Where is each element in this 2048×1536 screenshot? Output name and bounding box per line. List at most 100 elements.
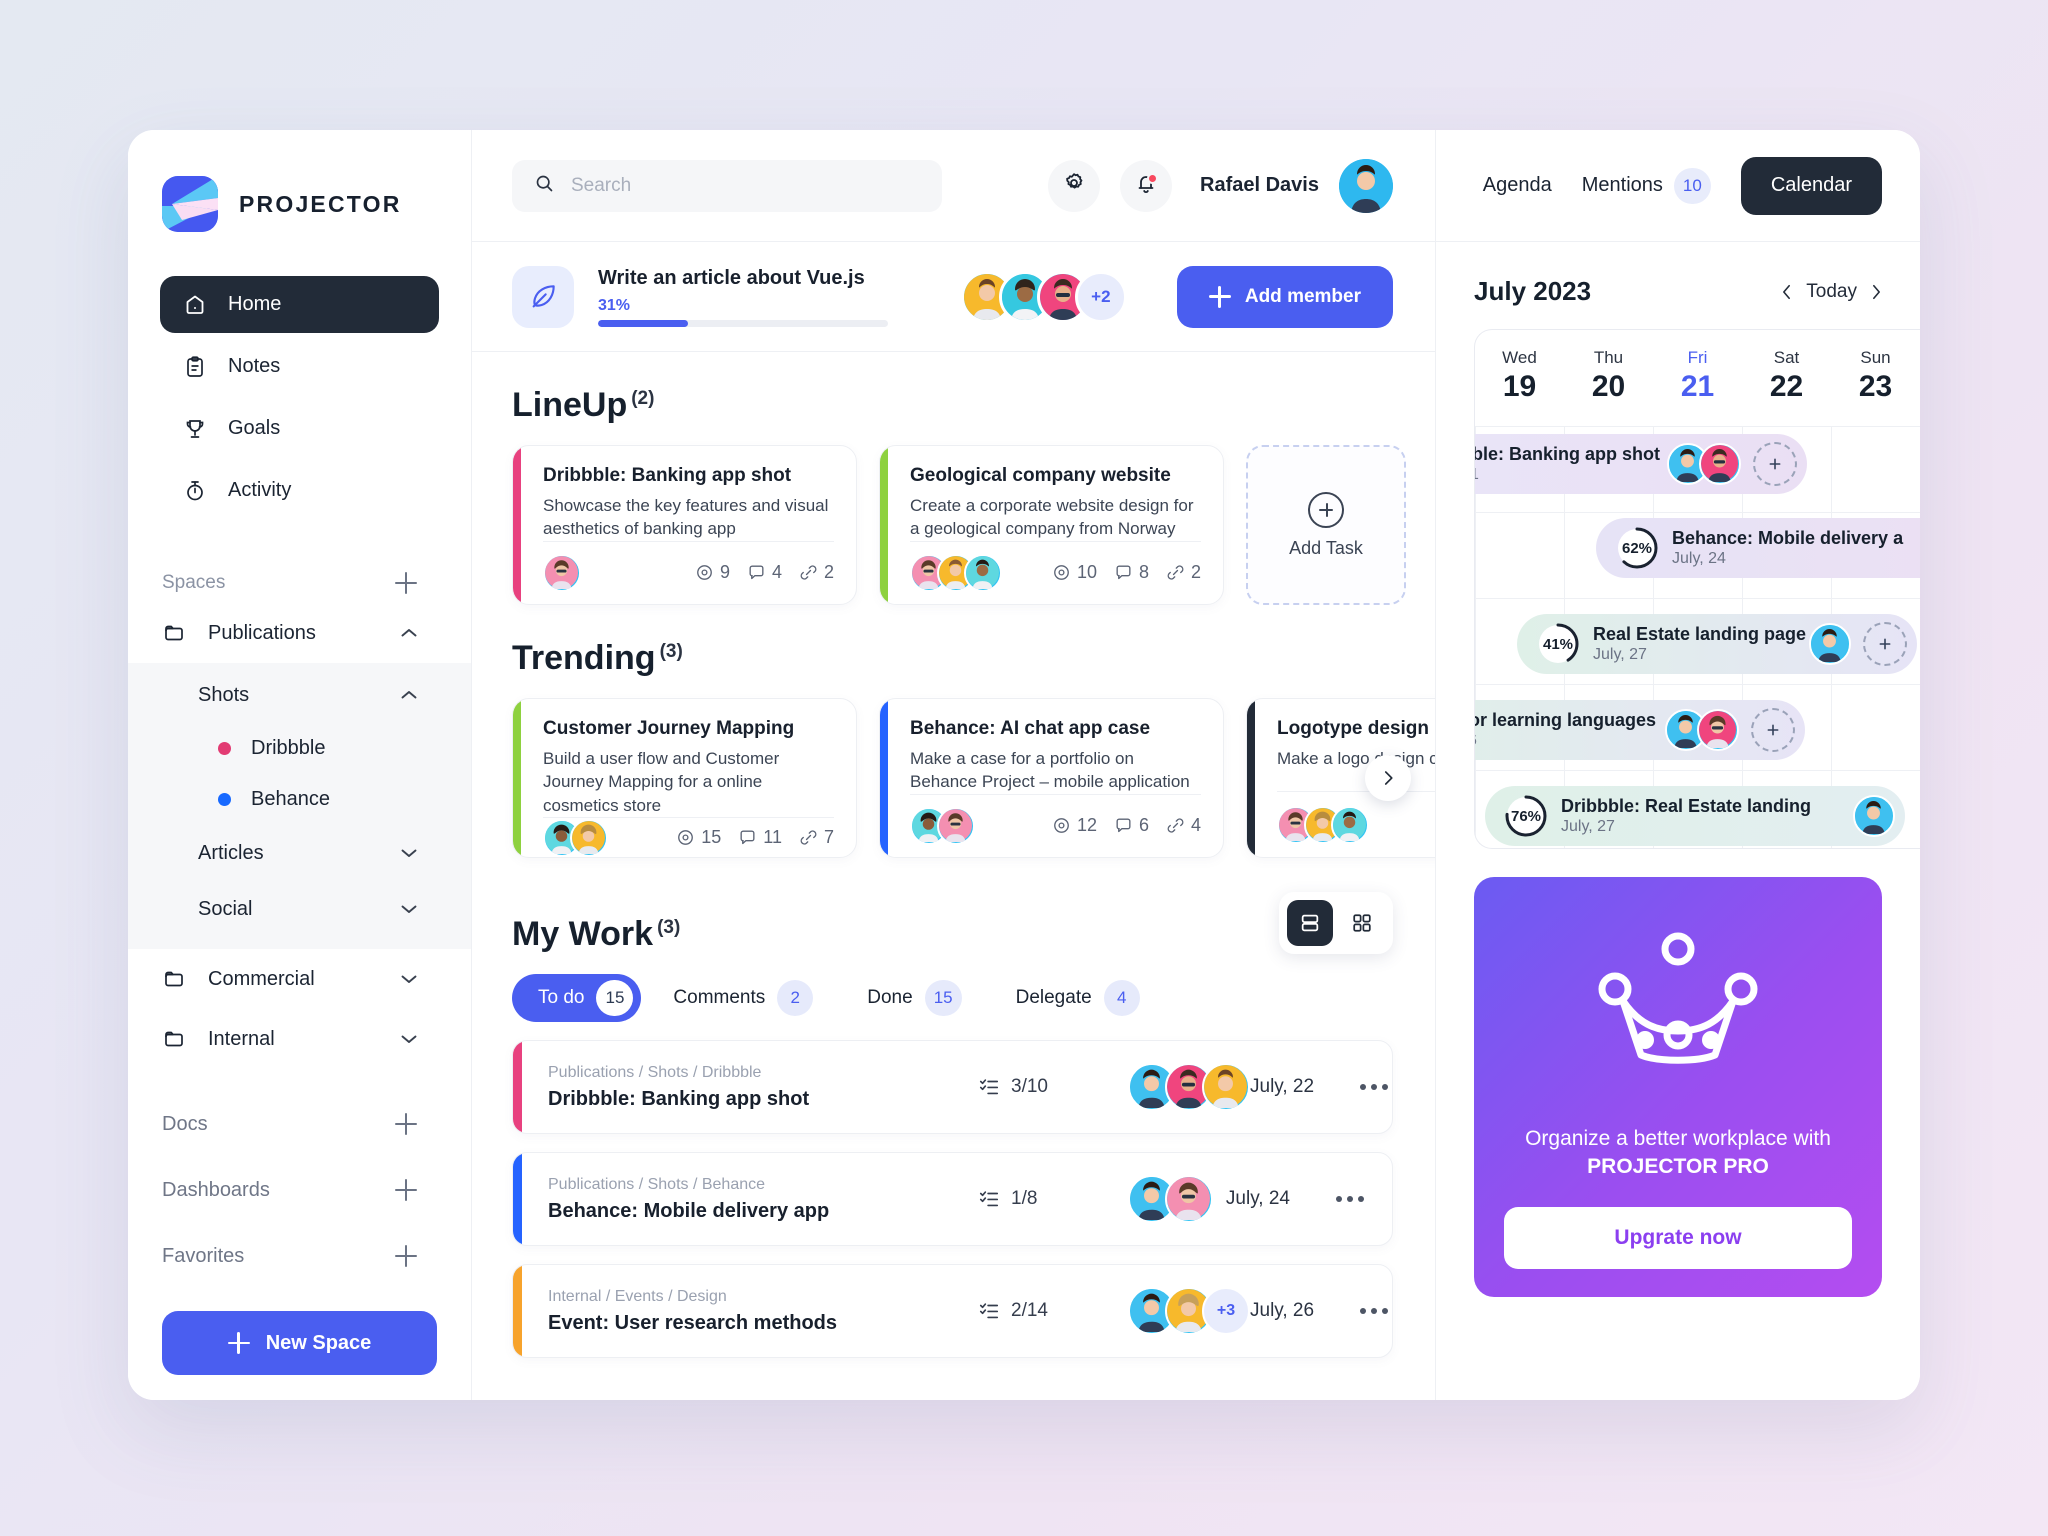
event-title: Dribbble: Banking app shot	[1475, 444, 1661, 464]
day-of-week: Thu	[1593, 348, 1624, 367]
add-member-button[interactable]: Add member	[1176, 265, 1393, 328]
avatar	[1699, 443, 1741, 485]
avatar	[570, 818, 608, 857]
sidebar-item-notes[interactable]: Notes	[160, 338, 439, 395]
sidebar-item-activity[interactable]: Activity	[160, 462, 439, 519]
tab-todo[interactable]: To do 15	[512, 974, 642, 1022]
promo-line1: Organize a better workplace with	[1525, 1126, 1831, 1150]
extra-members-badge[interactable]: +2	[1074, 270, 1127, 323]
notes-icon	[182, 354, 208, 380]
upgrade-button[interactable]: Upgrate now	[1504, 1207, 1852, 1269]
sidebar-section-dashboards[interactable]: Dashboards	[128, 1157, 471, 1223]
list-view-button[interactable]	[1287, 900, 1333, 946]
search-box[interactable]	[512, 159, 942, 212]
card-title: Logotype design	[1277, 718, 1429, 739]
add-event-member-button[interactable]	[1863, 622, 1907, 666]
grid-view-icon	[1353, 914, 1371, 932]
chevron-down-icon[interactable]	[401, 974, 417, 984]
view-toggle	[1279, 892, 1393, 954]
sidebar-item-home[interactable]: Home	[160, 276, 439, 333]
chevron-down-icon[interactable]	[401, 1034, 417, 1044]
sidebar-item-social[interactable]: Social	[128, 881, 471, 937]
calendar-event[interactable]: Dribbble: Banking app shot July, 21	[1475, 434, 1807, 494]
chevron-down-icon[interactable]	[401, 904, 417, 914]
grid-view-button[interactable]	[1339, 900, 1385, 946]
card-stripe	[880, 699, 888, 857]
sidebar-section-docs[interactable]: Docs	[128, 1091, 471, 1157]
subspace-label: Articles	[198, 841, 264, 864]
sidebar-item-shots[interactable]: Shots	[128, 667, 471, 723]
calendar-button[interactable]: Calendar	[1740, 156, 1882, 215]
tab-agenda[interactable]: Agenda	[1483, 174, 1552, 197]
chevron-up-icon[interactable]	[401, 690, 417, 700]
notification-badge-dot	[1147, 172, 1159, 184]
checklist-icon	[979, 1079, 999, 1095]
day-number: 22	[1769, 370, 1804, 403]
calendar-event[interactable]: App for learning languages July, 26	[1475, 700, 1805, 760]
event-progress-ring: 62%	[1614, 525, 1660, 571]
tab-comments[interactable]: Comments 2	[651, 974, 835, 1022]
table-row[interactable]: Publications / Shots / Behance Behance: …	[512, 1152, 1393, 1246]
prev-week-button[interactable]	[1781, 284, 1792, 300]
row-more-button[interactable]	[1336, 1196, 1364, 1202]
calendar-day[interactable]: Sat 22	[1742, 348, 1831, 404]
section-count: (2)	[631, 387, 655, 409]
tab-mentions[interactable]: Mentions 10	[1582, 167, 1711, 204]
notifications-button[interactable]	[1120, 159, 1173, 212]
search-input[interactable]	[571, 174, 920, 197]
calendar-day[interactable]: Thu 20	[1564, 348, 1653, 404]
new-space-label: New Space	[265, 1331, 372, 1354]
plus-icon	[1208, 285, 1231, 308]
trending-card[interactable]: Behance: AI chat app case Make a case fo…	[879, 698, 1224, 858]
links-meta: 2	[799, 562, 834, 583]
avatar[interactable]	[1339, 158, 1393, 213]
add-favorite-button[interactable]	[395, 1245, 417, 1267]
day-number: 21	[1680, 370, 1715, 403]
add-space-button[interactable]	[395, 572, 417, 594]
tab-delegate[interactable]: Delegate 4	[994, 974, 1162, 1022]
calendar-event[interactable]: 76% Dribbble: Real Estate landing July, …	[1485, 786, 1905, 846]
search-icon	[534, 173, 555, 199]
event-percent: 76%	[1510, 807, 1542, 825]
calendar-event[interactable]: 62% Behance: Mobile delivery a July, 24	[1596, 518, 1920, 578]
row-more-button[interactable]	[1360, 1308, 1389, 1314]
add-doc-button[interactable]	[395, 1113, 417, 1135]
add-event-member-button[interactable]	[1753, 442, 1797, 486]
next-week-button[interactable]	[1871, 284, 1882, 300]
lineup-card[interactable]: Dribbble: Banking app shot Showcase the …	[512, 445, 857, 605]
today-label[interactable]: Today	[1806, 281, 1857, 303]
calendar-day-today[interactable]: Fri 21	[1653, 348, 1742, 404]
chevron-down-icon[interactable]	[401, 848, 417, 858]
chevron-up-icon[interactable]	[401, 628, 417, 638]
table-row[interactable]: Publications / Shots / Dribbble Dribbble…	[512, 1040, 1393, 1134]
settings-button[interactable]	[1048, 159, 1101, 212]
add-task-button[interactable]: Add Task	[1246, 445, 1406, 605]
calendar-day[interactable]: Wed 19	[1475, 348, 1564, 404]
trending-card[interactable]: Customer Journey Mapping Build a user fl…	[512, 698, 857, 858]
event-avatars	[1667, 442, 1797, 486]
sidebar-item-commercial[interactable]: Commercial	[128, 949, 471, 1009]
calendar-event[interactable]: 41% Real Estate landing page July, 27	[1517, 614, 1917, 674]
sidebar-item-publications[interactable]: Publications	[128, 603, 471, 663]
tab-done[interactable]: Done 15	[845, 974, 983, 1022]
calendar-day[interactable]: Sun 23	[1831, 348, 1920, 404]
promo-card: Organize a better workplace with PROJECT…	[1474, 877, 1882, 1297]
row-more-button[interactable]	[1360, 1084, 1389, 1090]
carousel-next-button[interactable]	[1365, 755, 1411, 801]
sidebar-section-favorites[interactable]: Favorites	[128, 1223, 471, 1289]
calendar-grid: Wed 19 Thu 20 Fri 21 Sat 22 Sun 23 le: B…	[1474, 329, 1920, 849]
add-dashboard-button[interactable]	[395, 1179, 417, 1201]
sidebar-item-internal[interactable]: Internal	[128, 1009, 471, 1069]
lineup-card[interactable]: Geological company website Create a corp…	[879, 445, 1224, 605]
sidebar-item-dribbble[interactable]: Dribbble	[128, 723, 471, 774]
brand-name: PROJECTOR	[239, 190, 402, 217]
sidebar-item-behance[interactable]: Behance	[128, 774, 471, 825]
sidebar-item-goals[interactable]: Goals	[160, 400, 439, 457]
sidebar-item-articles[interactable]: Articles	[128, 825, 471, 881]
new-space-button[interactable]: New Space	[162, 1311, 437, 1375]
add-event-member-button[interactable]	[1751, 708, 1795, 752]
table-row[interactable]: Internal / Events / Design Event: User r…	[512, 1264, 1393, 1358]
row-avatars	[1128, 1175, 1213, 1223]
spaces-label: Spaces	[162, 572, 226, 593]
user-name: Rafael Davis	[1200, 174, 1319, 196]
